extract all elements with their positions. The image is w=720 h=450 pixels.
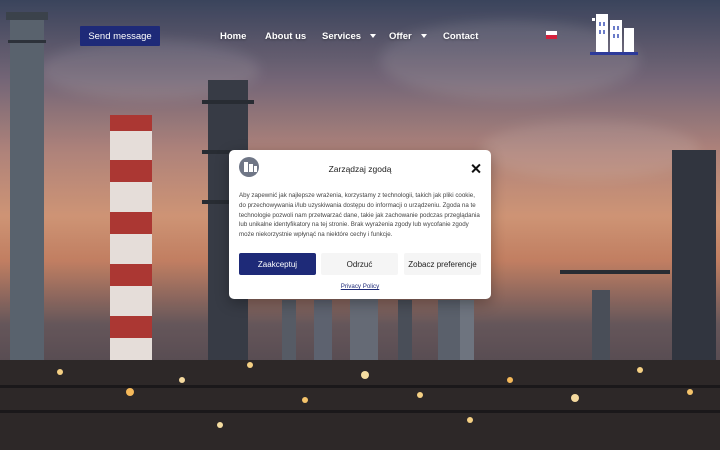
nav-home[interactable]: Home bbox=[220, 26, 246, 46]
send-message-button[interactable]: Send message bbox=[80, 26, 160, 46]
nav-about-us-label: About us bbox=[265, 30, 307, 42]
consent-title: Zarządzaj zgodą bbox=[328, 164, 392, 174]
chevron-down-icon bbox=[420, 34, 427, 38]
nav-about-us[interactable]: About us bbox=[265, 26, 306, 46]
poland-flag-icon[interactable] bbox=[546, 31, 557, 39]
accept-button[interactable]: Zaakceptuj bbox=[239, 253, 316, 275]
nav-offer[interactable]: Offer bbox=[389, 26, 427, 46]
deny-button[interactable]: Odrzuć bbox=[321, 253, 398, 275]
privacy-policy-link[interactable]: Privacy Policy bbox=[229, 283, 491, 290]
nav-contact-label: Contact bbox=[443, 30, 479, 42]
consent-body: Aby zapewnić jak najlepsze wrażenia, kor… bbox=[239, 192, 480, 239]
nav-services[interactable]: Services bbox=[322, 26, 377, 46]
factory-building-logo[interactable] bbox=[588, 12, 640, 56]
cookie-consent-dialog: Zarządzaj zgodą Aby zapewnić jak najleps… bbox=[229, 150, 491, 299]
chevron-down-icon bbox=[370, 34, 377, 38]
nav-services-label: Services bbox=[322, 30, 362, 42]
nav-home-label: Home bbox=[220, 30, 247, 42]
close-icon[interactable] bbox=[471, 163, 482, 174]
nav-offer-label: Offer bbox=[389, 30, 412, 42]
nav-contact[interactable]: Contact bbox=[443, 26, 478, 46]
view-preferences-button[interactable]: Zobacz preferencje bbox=[404, 253, 481, 275]
